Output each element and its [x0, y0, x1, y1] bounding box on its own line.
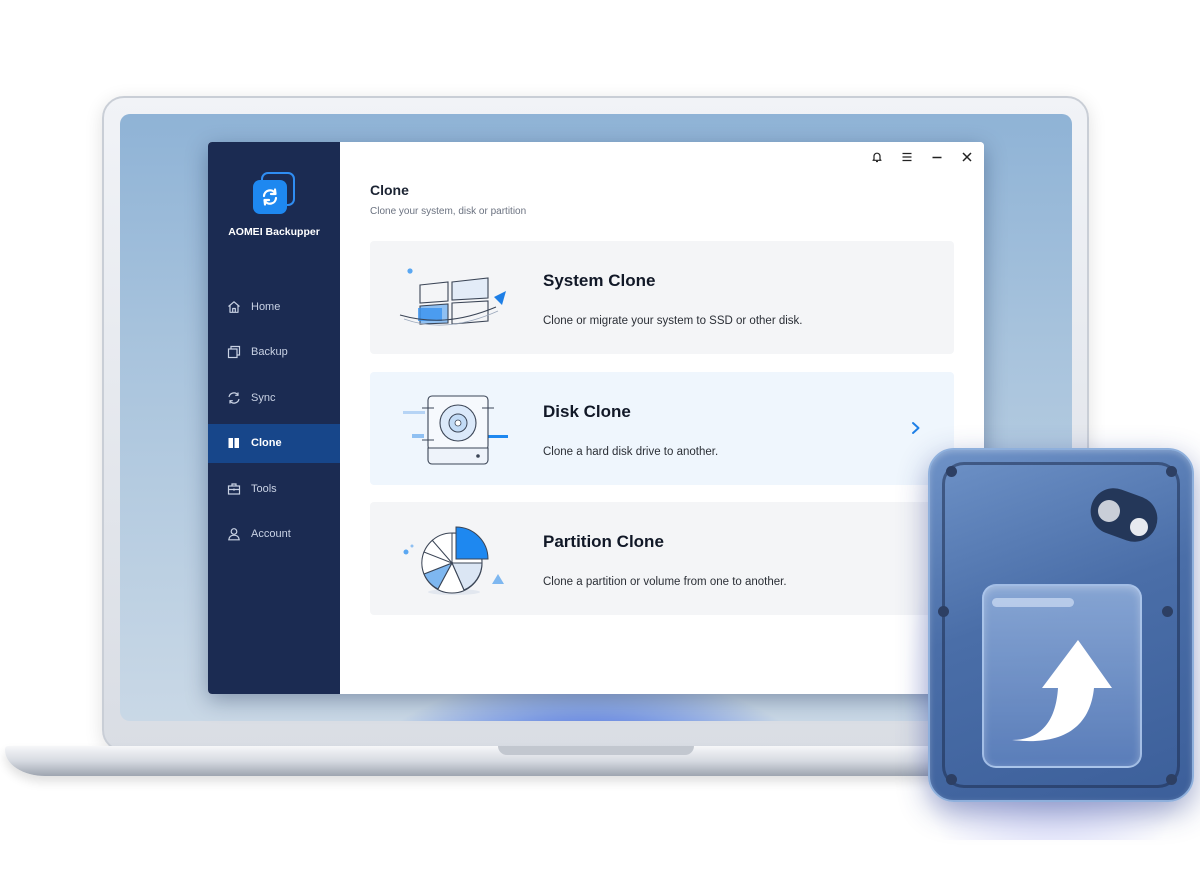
- screw-icon: [938, 606, 949, 617]
- sidebar-item-label: Sync: [251, 391, 276, 404]
- card-title: System Clone: [543, 271, 656, 290]
- sidebar-item-backup[interactable]: Backup: [208, 333, 340, 372]
- sidebar-item-label: Clone: [251, 437, 282, 449]
- minimize-icon[interactable]: [928, 150, 946, 164]
- bell-icon[interactable]: [868, 150, 886, 164]
- card-title: Partition Clone: [543, 532, 664, 551]
- page-subtitle: Clone your system, disk or partition: [370, 206, 527, 217]
- laptop-notch: [498, 746, 694, 755]
- sidebar-nav: Home Backup Sync Clone Tools Account: [208, 287, 340, 560]
- app-logo-icon: [253, 172, 295, 214]
- app-name: AOMEI Backupper: [228, 226, 320, 238]
- app-window: AOMEI Backupper Home Backup Sync Clone T…: [208, 142, 984, 694]
- sidebar-item-tools[interactable]: Tools: [208, 469, 340, 508]
- hdd-head-dot: [1098, 500, 1120, 522]
- sidebar-item-clone[interactable]: Clone: [208, 423, 340, 463]
- screw-icon: [946, 774, 957, 785]
- sidebar-item-label: Home: [251, 300, 281, 313]
- sidebar-item-label: Backup: [251, 346, 288, 358]
- sidebar: AOMEI Backupper Home Backup Sync Clone T…: [208, 142, 340, 694]
- disk-clone-illustration-icon: [398, 388, 508, 470]
- close-icon[interactable]: [958, 150, 976, 164]
- hdd-head-dot: [1130, 518, 1148, 536]
- sidebar-item-account[interactable]: Account: [208, 515, 340, 554]
- partition-clone-card[interactable]: Partition Clone Clone a partition or vol…: [370, 502, 954, 615]
- home-icon: [226, 299, 242, 315]
- screw-icon: [1166, 774, 1177, 785]
- account-icon: [226, 526, 242, 542]
- tools-icon: [226, 481, 242, 497]
- hard-drive-icon: [928, 448, 1194, 802]
- partition-clone-illustration-icon: [398, 518, 508, 600]
- chevron-right-icon[interactable]: [910, 419, 922, 437]
- card-description: Clone or migrate your system to SSD or o…: [543, 315, 803, 327]
- page-title: Clone: [370, 182, 409, 198]
- sync-icon: [226, 390, 242, 406]
- system-clone-card[interactable]: System Clone Clone or migrate your syste…: [370, 241, 954, 354]
- sidebar-item-sync[interactable]: Sync: [208, 378, 340, 417]
- clone-icon: [226, 435, 242, 451]
- sidebar-item-label: Tools: [251, 482, 277, 495]
- upload-arrow-icon: [1002, 636, 1122, 751]
- screw-icon: [1162, 606, 1173, 617]
- card-description: Clone a hard disk drive to another.: [543, 446, 719, 458]
- screw-icon: [946, 466, 957, 477]
- disk-clone-card[interactable]: Disk Clone Clone a hard disk drive to an…: [370, 372, 954, 485]
- system-clone-illustration-icon: [398, 257, 508, 339]
- screw-icon: [1166, 466, 1177, 477]
- card-description: Clone a partition or volume from one to …: [543, 576, 787, 588]
- menu-icon[interactable]: [898, 150, 916, 164]
- sidebar-item-home[interactable]: Home: [208, 287, 340, 326]
- sidebar-item-label: Account: [251, 528, 291, 540]
- hdd-panel-bar: [992, 598, 1074, 607]
- card-title: Disk Clone: [543, 402, 631, 421]
- window-controls: [868, 150, 976, 164]
- main-content: Clone Clone your system, disk or partiti…: [340, 142, 984, 694]
- backup-icon: [226, 344, 242, 360]
